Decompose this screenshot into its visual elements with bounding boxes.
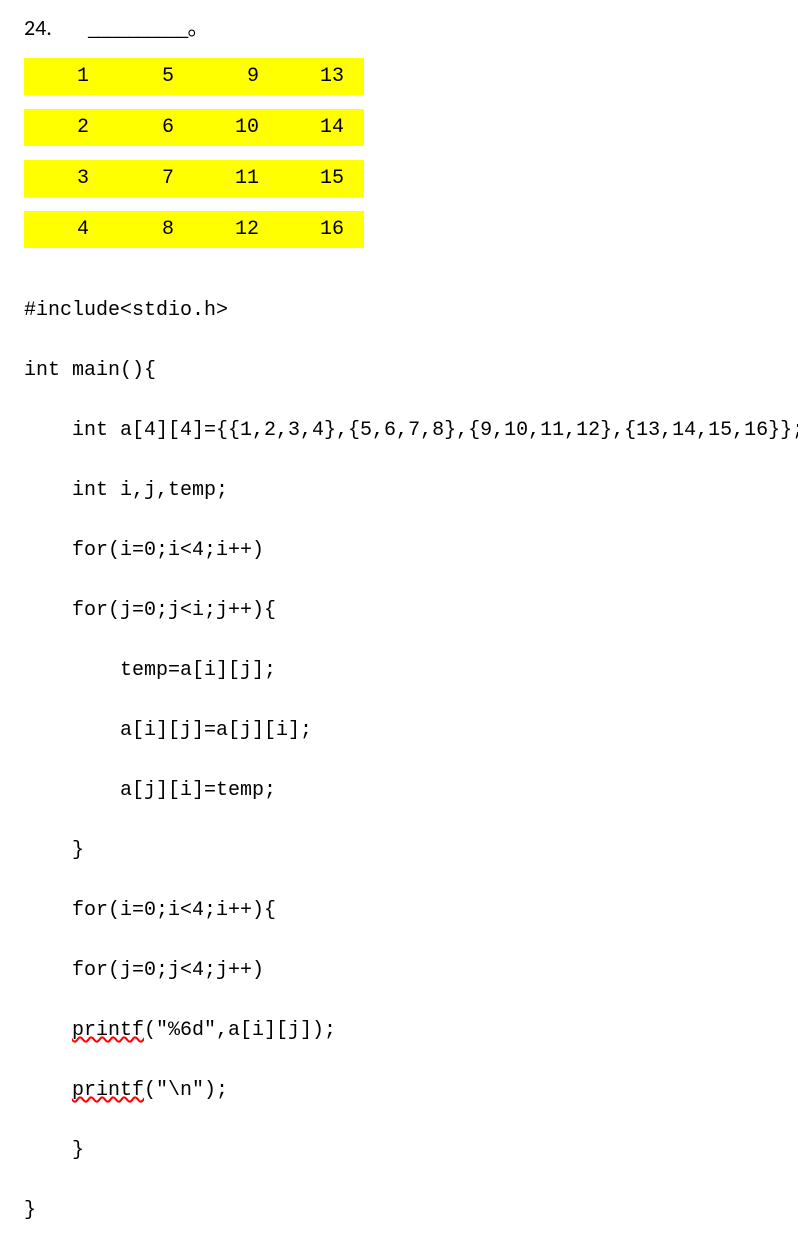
code-line: a[i][j]=a[j][i]; bbox=[24, 716, 798, 746]
output-matrix: 1 5 9 13 2 6 10 14 3 7 11 15 4 8 12 16 bbox=[24, 58, 798, 248]
matrix-cell: 14 bbox=[279, 116, 364, 139]
matrix-cell: 6 bbox=[109, 116, 194, 139]
code-line: printf("\n"); bbox=[24, 1076, 798, 1106]
code-line: printf("%6d",a[i][j]); bbox=[24, 1016, 798, 1046]
code-line: } bbox=[24, 1136, 798, 1166]
code-line: a[j][i]=temp; bbox=[24, 776, 798, 806]
matrix-cell: 1 bbox=[24, 65, 109, 88]
code-line: int a[4][4]={{1,2,3,4},{5,6,7,8},{9,10,1… bbox=[24, 416, 798, 446]
code-line: #include<stdio.h> bbox=[24, 296, 798, 326]
question-number: 24. bbox=[24, 14, 52, 41]
question-header: 24. __________。 bbox=[24, 10, 798, 42]
matrix-row: 1 5 9 13 bbox=[24, 58, 364, 95]
matrix-cell: 15 bbox=[279, 167, 364, 190]
code-line: } bbox=[24, 1196, 798, 1226]
blank-line: __________。 bbox=[88, 10, 209, 42]
matrix-cell: 13 bbox=[279, 65, 364, 88]
matrix-cell: 7 bbox=[109, 167, 194, 190]
matrix-cell: 5 bbox=[109, 65, 194, 88]
code-block: #include<stdio.h> int main(){ int a[4][4… bbox=[24, 266, 798, 1256]
matrix-cell: 9 bbox=[194, 65, 279, 88]
code-line: int i,j,temp; bbox=[24, 476, 798, 506]
spellcheck-squiggle: printf bbox=[72, 1079, 144, 1102]
code-line: for(i=0;i<4;i++) bbox=[24, 536, 798, 566]
matrix-row: 2 6 10 14 bbox=[24, 109, 364, 146]
matrix-cell: 12 bbox=[194, 218, 279, 241]
code-line: int main(){ bbox=[24, 356, 798, 386]
matrix-cell: 8 bbox=[109, 218, 194, 241]
matrix-cell: 16 bbox=[279, 218, 364, 241]
code-line: temp=a[i][j]; bbox=[24, 656, 798, 686]
matrix-cell: 3 bbox=[24, 167, 109, 190]
code-line: for(i=0;i<4;i++){ bbox=[24, 896, 798, 926]
matrix-row: 4 8 12 16 bbox=[24, 211, 364, 248]
matrix-row: 3 7 11 15 bbox=[24, 160, 364, 197]
matrix-cell: 11 bbox=[194, 167, 279, 190]
spellcheck-squiggle: printf bbox=[72, 1019, 144, 1042]
code-line: } bbox=[24, 836, 798, 866]
code-line: for(j=0;j<i;j++){ bbox=[24, 596, 798, 626]
matrix-cell: 4 bbox=[24, 218, 109, 241]
matrix-cell: 2 bbox=[24, 116, 109, 139]
matrix-cell: 10 bbox=[194, 116, 279, 139]
code-line: for(j=0;j<4;j++) bbox=[24, 956, 798, 986]
